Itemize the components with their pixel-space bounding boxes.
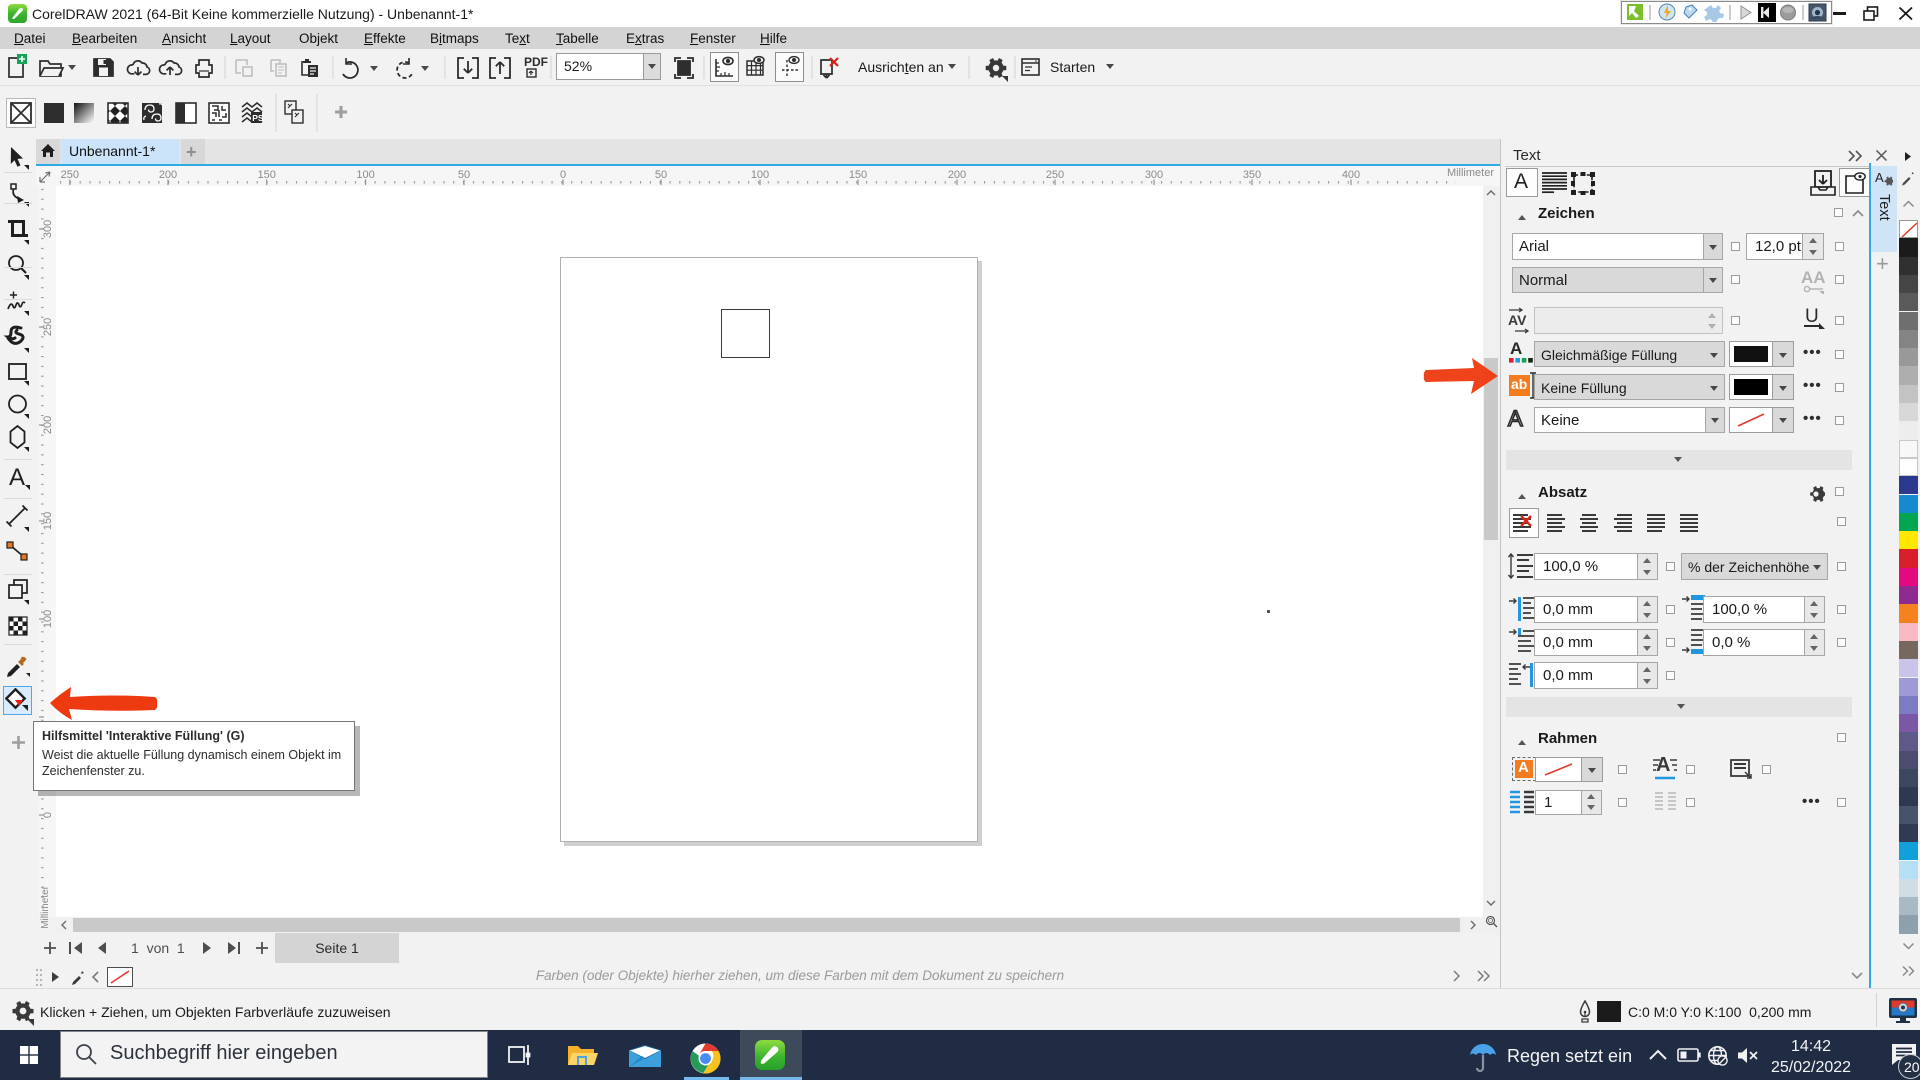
svg-text:100: 100 bbox=[751, 169, 769, 181]
svg-text:200: 200 bbox=[948, 169, 966, 181]
svg-text:50: 50 bbox=[458, 169, 470, 181]
svg-text:250: 250 bbox=[1046, 169, 1064, 181]
svg-text:Millimeter: Millimeter bbox=[1447, 167, 1494, 179]
svg-text:A: A bbox=[9, 464, 25, 491]
svg-text:150: 150 bbox=[849, 169, 867, 181]
svg-text:150: 150 bbox=[258, 169, 276, 181]
svg-text:350: 350 bbox=[1243, 169, 1261, 181]
svg-text:0: 0 bbox=[560, 169, 566, 181]
svg-text:PDF: PDF bbox=[524, 55, 548, 69]
svg-text:250: 250 bbox=[61, 169, 79, 181]
svg-text:300: 300 bbox=[1145, 169, 1163, 181]
svg-text:200: 200 bbox=[159, 169, 177, 181]
svg-text:PS: PS bbox=[252, 113, 264, 123]
svg-text:400: 400 bbox=[1342, 169, 1360, 181]
svg-text:100: 100 bbox=[356, 169, 374, 181]
svg-text:AV: AV bbox=[1508, 312, 1527, 328]
svg-text:50: 50 bbox=[655, 169, 667, 181]
